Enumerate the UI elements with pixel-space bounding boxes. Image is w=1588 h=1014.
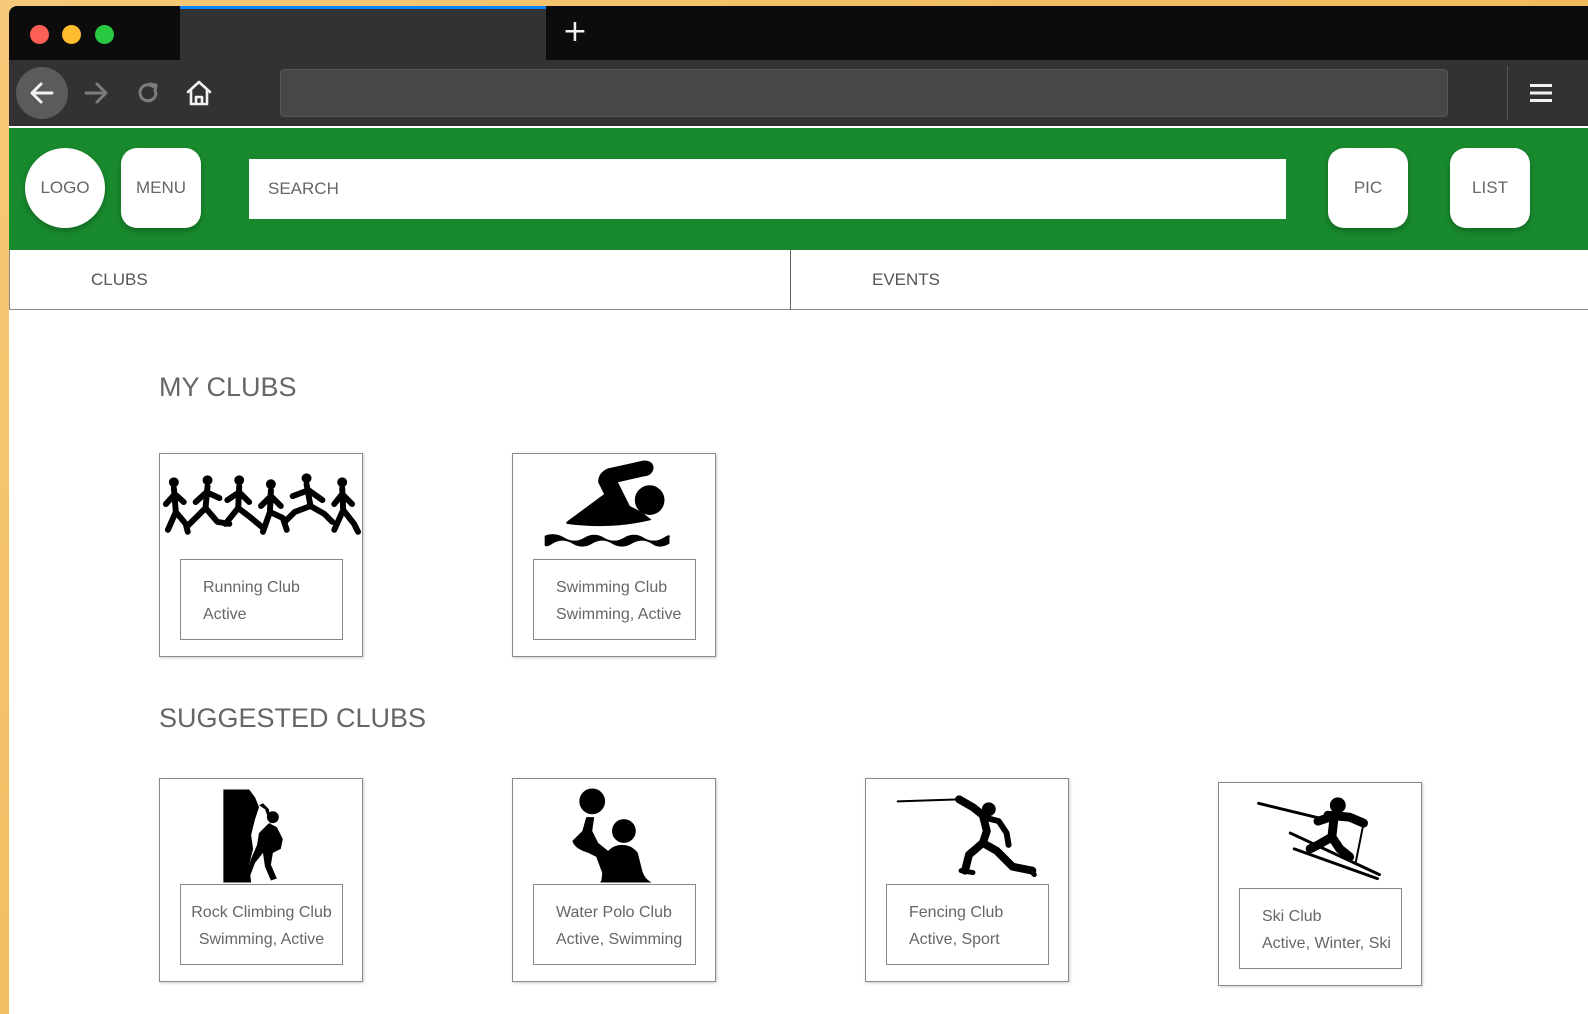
address-bar[interactable] [280,69,1448,117]
club-tags: Active [203,606,247,623]
club-name: Ski Club [1262,908,1322,925]
hamburger-icon [1530,84,1552,102]
browser-tab[interactable] [180,6,546,60]
ski-icon [1219,783,1421,893]
club-card-ski[interactable]: Ski Club Active, Winter, Ski [1218,782,1422,986]
fencing-icon [866,779,1068,889]
pic-button[interactable]: PIC [1328,148,1408,228]
club-name: Running Club [203,579,300,596]
forward-button[interactable] [71,68,121,118]
tab-events[interactable]: EVENTS [791,250,1588,310]
club-card-running[interactable]: Running Club Active [159,453,363,657]
club-card-fencing[interactable]: Fencing Club Active, Sport [865,778,1069,982]
club-name: Rock Climbing Club [191,904,332,921]
menu-button[interactable]: MENU [121,148,201,228]
close-window-button[interactable] [30,25,49,44]
club-card-rock-climbing[interactable]: Rock Climbing Club Swimming, Active [159,778,363,982]
rock-climbing-icon [160,779,362,889]
club-tags: Swimming, Active [198,931,325,948]
club-name: Swimming Club [556,579,668,596]
plus-icon[interactable]: + [557,14,593,50]
back-button[interactable] [16,67,68,119]
club-name: Fencing Club [909,904,1004,921]
browser-toolbar [9,60,1588,126]
toolbar-divider [1507,66,1508,120]
home-button[interactable] [174,68,224,118]
club-card-label: Running Club Active [180,559,343,640]
club-card-label: Water Polo Club Active, Swimming [533,884,696,965]
minimize-window-button[interactable] [62,25,81,44]
search-input[interactable] [249,159,1286,219]
list-button[interactable]: LIST [1450,148,1530,228]
home-icon [186,80,212,106]
title-bar: + [9,6,1588,60]
app-header: LOGO MENU PIC LIST [9,128,1588,250]
reload-icon [138,82,158,103]
club-tags: Swimming, Active [556,606,682,623]
section-tabs: CLUBS EVENTS [9,250,1588,310]
logo-button[interactable]: LOGO [25,148,105,228]
water-polo-icon [513,779,715,889]
club-tags: Active, Swimming [556,931,683,948]
club-tags: Active, Sport [909,931,1000,948]
maximize-window-button[interactable] [95,25,114,44]
club-card-water-polo[interactable]: Water Polo Club Active, Swimming [512,778,716,982]
club-card-label: Fencing Club Active, Sport [886,884,1049,965]
club-card-label: Rock Climbing Club Swimming, Active [180,884,343,965]
club-card-swimming[interactable]: Swimming Club Swimming, Active [512,453,716,657]
browser-window: + LOGO MENU SEARCH PIC LIST CLUBS EVENTS… [9,6,1588,1014]
reload-button[interactable] [123,68,173,118]
running-icon [160,454,362,564]
club-card-label: Ski Club Active, Winter, Ski [1239,888,1402,969]
club-card-label: Swimming Club Swimming, Active [533,559,696,640]
tab-clubs[interactable]: CLUBS [10,250,791,310]
arrow-right-icon [84,82,108,104]
swimming-icon [513,454,715,564]
hamburger-menu-button[interactable] [1521,73,1561,113]
club-name: Water Polo Club [556,904,672,921]
club-tags: Active, Winter, Ski [1262,935,1391,952]
arrow-left-icon [30,82,54,104]
suggested-clubs-heading: SUGGESTED CLUBS [159,703,427,733]
my-clubs-heading: MY CLUBS [159,372,297,402]
